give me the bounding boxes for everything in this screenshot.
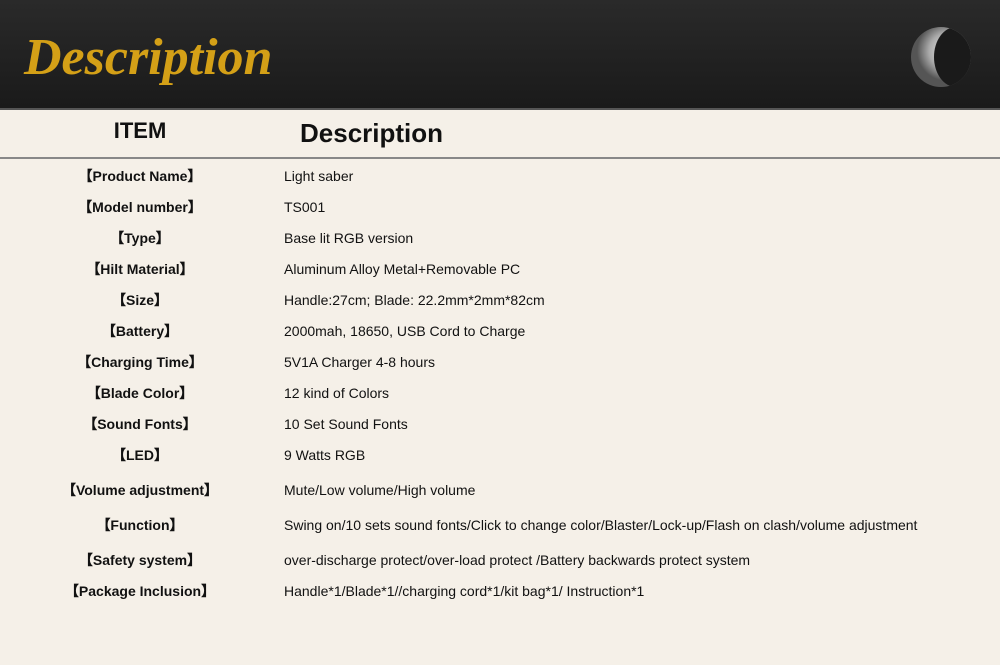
- row-label: 【LED】: [0, 440, 280, 471]
- table-row: 【Safety system】over-discharge protect/ov…: [0, 545, 1000, 576]
- table-row: 【Type】Base lit RGB version: [0, 223, 1000, 254]
- moon-icon: [906, 22, 976, 92]
- row-value: 5V1A Charger 4-8 hours: [280, 347, 1000, 378]
- table-row: 【Hilt Material】Aluminum Alloy Metal+Remo…: [0, 254, 1000, 285]
- table-row: 【LED】9 Watts RGB: [0, 440, 1000, 471]
- data-rows: 【Product Name】Light saber【Model number】T…: [0, 161, 1000, 607]
- column-headers: ITEM Description: [0, 110, 1000, 159]
- row-label: 【Volume adjustment】: [0, 475, 280, 506]
- page-title: Description: [24, 28, 272, 87]
- row-label: 【Model number】: [0, 192, 280, 223]
- row-value: 9 Watts RGB: [280, 440, 1000, 471]
- row-label: 【Function】: [0, 510, 280, 541]
- row-value: Handle*1/Blade*1//charging cord*1/kit ba…: [280, 576, 1000, 607]
- row-label: 【Type】: [0, 223, 280, 254]
- row-label: 【Hilt Material】: [0, 254, 280, 285]
- table-row: 【Size】Handle:27cm; Blade: 22.2mm*2mm*82c…: [0, 285, 1000, 316]
- table-row: 【Sound Fonts】10 Set Sound Fonts: [0, 409, 1000, 440]
- table-row: 【Charging Time】5V1A Charger 4-8 hours: [0, 347, 1000, 378]
- row-label: 【Product Name】: [0, 161, 280, 192]
- table-row: 【Package Inclusion】Handle*1/Blade*1//cha…: [0, 576, 1000, 607]
- content-area: ITEM Description 【Product Name】Light sab…: [0, 110, 1000, 665]
- desc-column-header: Description: [300, 118, 443, 148]
- row-label: 【Sound Fonts】: [0, 409, 280, 440]
- row-label: 【Size】: [0, 285, 280, 316]
- row-value: 12 kind of Colors: [280, 378, 1000, 409]
- page-header: Description: [0, 0, 1000, 110]
- row-value: Base lit RGB version: [280, 223, 1000, 254]
- table-row: 【Battery】2000mah, 18650, USB Cord to Cha…: [0, 316, 1000, 347]
- row-value: over-discharge protect/over-load protect…: [280, 545, 1000, 576]
- table-row: 【Product Name】Light saber: [0, 161, 1000, 192]
- table-row: 【Model number】TS001: [0, 192, 1000, 223]
- item-column-header: ITEM: [114, 118, 167, 143]
- row-value: Handle:27cm; Blade: 22.2mm*2mm*82cm: [280, 285, 1000, 316]
- row-value: 10 Set Sound Fonts: [280, 409, 1000, 440]
- row-label: 【Package Inclusion】: [0, 576, 280, 607]
- row-value: Swing on/10 sets sound fonts/Click to ch…: [280, 510, 1000, 541]
- row-value: Aluminum Alloy Metal+Removable PC: [280, 254, 1000, 285]
- table-row: 【Volume adjustment】Mute/Low volume/High …: [0, 475, 1000, 506]
- table-row: 【Blade Color】12 kind of Colors: [0, 378, 1000, 409]
- row-label: 【Charging Time】: [0, 347, 280, 378]
- row-value: 2000mah, 18650, USB Cord to Charge: [280, 316, 1000, 347]
- row-label: 【Battery】: [0, 316, 280, 347]
- row-value: Mute/Low volume/High volume: [280, 475, 1000, 506]
- row-label: 【Blade Color】: [0, 378, 280, 409]
- row-value: TS001: [280, 192, 1000, 223]
- table-row: 【Function】Swing on/10 sets sound fonts/C…: [0, 510, 1000, 541]
- row-label: 【Safety system】: [0, 545, 280, 576]
- row-value: Light saber: [280, 161, 1000, 192]
